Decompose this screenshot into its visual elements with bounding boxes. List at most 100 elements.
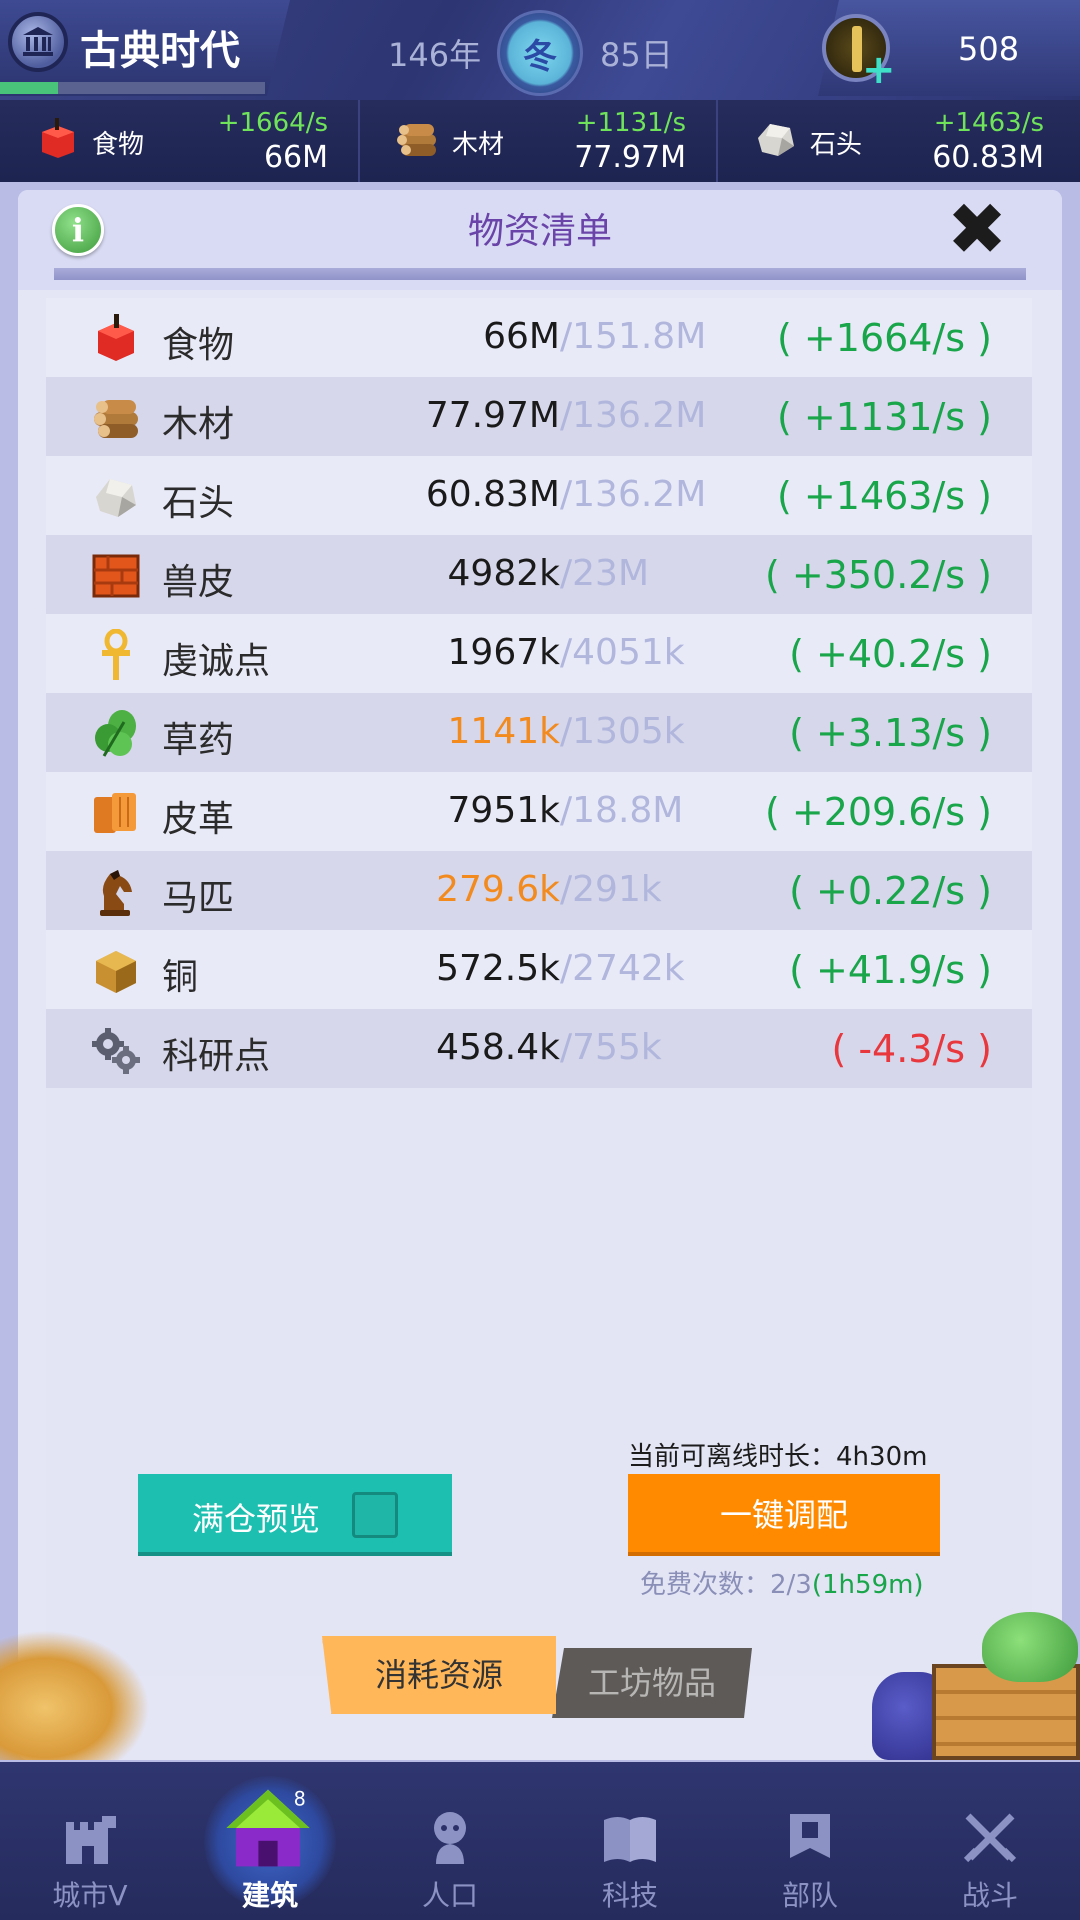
resource-rate: ( +209.6/s ) <box>764 790 992 834</box>
hide-icon <box>92 554 140 598</box>
table-row[interactable]: 铜 572.5k /2742k ( +41.9/s ) <box>46 930 1032 1009</box>
table-row[interactable]: 马匹 279.6k /291k ( +0.22/s ) <box>46 851 1032 930</box>
resource-quantity: 572.5k <box>436 948 560 989</box>
resource-name: 皮革 <box>162 799 235 840</box>
free-uses-count: 免费次数：2/3 <box>640 1570 812 1600</box>
food-icon <box>98 314 134 361</box>
leather-icon <box>94 793 136 833</box>
strip-resource-name: 食物 <box>92 130 145 160</box>
resource-name: 石头 <box>162 483 235 524</box>
resource-rate: ( +41.9/s ) <box>789 948 992 992</box>
resource-name: 铜 <box>162 957 199 998</box>
herb-icon <box>95 710 136 757</box>
strip-resource-rate: +1664/s <box>217 108 328 138</box>
tab-workshop-items[interactable]: 工坊物品 <box>552 1648 752 1718</box>
table-row[interactable]: 食物 66M /151.8M ( +1664/s ) <box>46 298 1032 377</box>
table-row[interactable]: 虔诚点 1967k /4051k ( +40.2/s ) <box>46 614 1032 693</box>
gears-icon <box>92 1028 140 1074</box>
preview-checkbox[interactable] <box>352 1492 398 1538</box>
table-row[interactable]: 皮革 7951k /18.8M ( +209.6/s ) <box>46 772 1032 851</box>
resource-capacity: /291k <box>560 869 662 910</box>
resource-quantity: 458.4k <box>436 1027 560 1068</box>
resource-rate: ( +1664/s ) <box>777 316 992 360</box>
resource-quantity: 279.6k <box>436 869 560 910</box>
close-button[interactable]: ✖ <box>944 193 1010 265</box>
strip-resource-wood[interactable]: 木材 +1131/s 77.97M <box>358 100 716 182</box>
resource-quantity: 4982k <box>447 553 560 594</box>
swords-icon <box>963 1813 1017 1863</box>
auto-allocate-button[interactable]: 一键调配 <box>628 1474 940 1556</box>
resource-name: 草药 <box>162 720 235 761</box>
tab-consumable-resources[interactable]: 消耗资源 <box>322 1636 556 1714</box>
wood-icon <box>94 400 138 438</box>
strip-resource-amount: 66M <box>263 140 328 175</box>
resource-name: 兽皮 <box>162 562 235 603</box>
nav-label: 科技 <box>601 1879 658 1912</box>
season-label: 冬 <box>523 36 557 77</box>
resource-rate: ( +350.2/s ) <box>764 553 992 597</box>
resource-quantity: 66M <box>483 316 560 357</box>
strip-resource-food[interactable]: 食物 +1664/s 66M <box>0 100 358 182</box>
treasure-decoration <box>0 1630 150 1760</box>
resource-rate: ( +1131/s ) <box>777 395 992 439</box>
gem-count: 508 <box>958 30 1020 68</box>
resource-quantity: 1967k <box>447 632 560 673</box>
era-progress-fill <box>0 82 59 94</box>
era-title: 古典时代 <box>80 28 240 74</box>
day-label: 85日 <box>600 36 673 74</box>
nav-label: 部队 <box>781 1879 838 1912</box>
top-bar: 古典时代 146年 冬 85日 + 508 <box>0 0 1080 100</box>
resource-capacity: /23M <box>560 553 649 594</box>
table-row[interactable]: 兽皮 4982k /23M ( +350.2/s ) <box>46 535 1032 614</box>
full-storage-preview-button[interactable]: 满仓预览 <box>138 1474 452 1556</box>
resource-capacity: /1305k <box>560 711 685 752</box>
resource-name: 食物 <box>162 325 235 366</box>
svg-text:8: 8 <box>294 1788 306 1811</box>
preview-label: 满仓预览 <box>192 1500 321 1538</box>
stone-icon <box>96 479 136 517</box>
strip-resource-stone[interactable]: 石头 +1463/s 60.83M <box>716 100 1074 182</box>
nav-label: 人口 <box>421 1879 478 1912</box>
wood-icon <box>397 124 436 156</box>
resource-capacity: /151.8M <box>560 316 707 357</box>
nav-city[interactable]: 城市V <box>0 1762 180 1920</box>
museum-icon <box>8 12 68 72</box>
table-row[interactable]: 科研点 458.4k /755k ( -4.3/s ) <box>46 1009 1032 1088</box>
add-gems-icon[interactable]: + <box>862 50 896 90</box>
close-icon: ✖ <box>946 187 1008 271</box>
panel-title: 物资清单 <box>467 211 612 252</box>
horse-icon <box>100 870 132 916</box>
resource-capacity: /18.8M <box>560 790 684 831</box>
table-row[interactable]: 石头 60.83M /136.2M ( +1463/s ) <box>46 456 1032 535</box>
house-icon: 8 <box>226 1788 310 1867</box>
table-row[interactable]: 木材 77.97M /136.2M ( +1131/s ) <box>46 377 1032 456</box>
castle-icon <box>66 1816 116 1864</box>
resource-capacity: /136.2M <box>560 474 707 515</box>
free-uses-label: 免费次数：2/3(1h59m) <box>640 1564 924 1601</box>
resource-capacity: /136.2M <box>560 395 707 436</box>
frog-decoration <box>982 1612 1078 1682</box>
book-icon <box>604 1817 656 1862</box>
resource-rate: ( +1463/s ) <box>777 474 992 518</box>
offline-duration-label: 当前可离线时长：4h30m <box>628 1442 928 1472</box>
resource-rate: ( +40.2/s ) <box>789 632 992 676</box>
free-uses-cooldown: (1h59m) <box>811 1570 924 1600</box>
nav-buildings[interactable]: 8 建筑 <box>180 1762 360 1920</box>
strip-resource-name: 石头 <box>810 130 863 160</box>
era-panel[interactable]: 古典时代 <box>0 0 290 96</box>
nav-technology[interactable]: 科技 <box>540 1762 720 1920</box>
year-label: 146年 <box>388 36 482 74</box>
strip-resource-amount: 77.97M <box>574 140 686 175</box>
nav-population[interactable]: 人口 <box>360 1762 540 1920</box>
resource-strip: 食物 +1664/s 66M 木材 +1131/s 77.97M 石头 +146… <box>0 100 1080 182</box>
table-row[interactable]: 草药 1141k /1305k ( +3.13/s ) <box>46 693 1032 772</box>
season-badge[interactable]: 冬 <box>497 10 583 96</box>
nav-troops[interactable]: 部队 <box>720 1762 900 1920</box>
nav-battle[interactable]: 战斗 <box>900 1762 1080 1920</box>
strip-resource-rate: +1131/s <box>575 108 686 138</box>
nav-label: 建筑 <box>241 1879 298 1912</box>
copper-icon <box>96 951 136 993</box>
person-icon <box>434 1812 466 1864</box>
resource-name: 马匹 <box>162 878 235 919</box>
nav-label: 城市V <box>52 1879 128 1912</box>
